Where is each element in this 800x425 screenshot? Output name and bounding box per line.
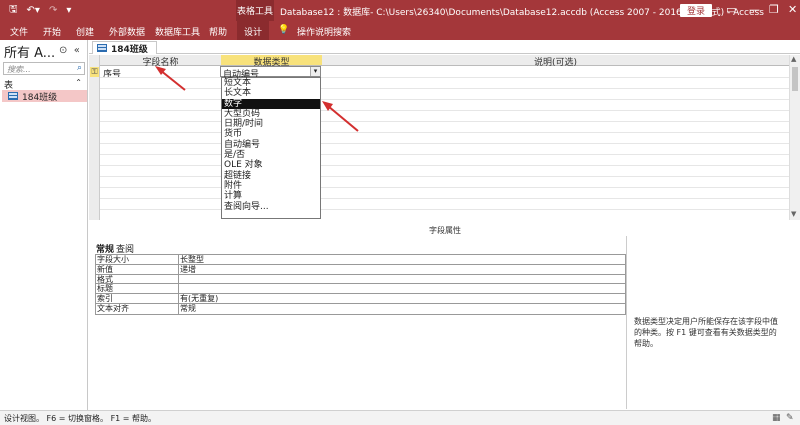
status-text: 设计视图。 F6 = 切换窗格。 F1 = 帮助。 xyxy=(4,414,157,423)
property-value[interactable] xyxy=(179,284,625,293)
property-row[interactable]: 新值 递增 xyxy=(96,264,625,275)
property-key: 文本对齐 xyxy=(96,303,179,314)
datasheet-view-icon[interactable]: ▦ xyxy=(772,413,781,423)
property-value[interactable]: 递增 xyxy=(179,265,625,274)
property-key: 标题 xyxy=(96,284,179,293)
property-value[interactable]: 常规 xyxy=(179,304,625,314)
design-view-icon[interactable]: ✎ xyxy=(786,413,794,423)
property-row[interactable]: 索引 有(无重复) xyxy=(96,294,625,304)
property-key: 格式 xyxy=(96,274,179,283)
property-value[interactable]: 长整型 xyxy=(179,255,625,264)
property-help-text: 数据类型决定用户所能保存在该字段中值的种类。按 F1 键可查看有关数据类型的帮助… xyxy=(634,317,778,348)
properties-table: 字段大小 长整型 新值 递增 格式 标题 索引 有(无重复) 文本对齐 常规 xyxy=(95,254,626,315)
status-bar: 设计视图。 F6 = 切换窗格。 F1 = 帮助。 ▦ ✎ xyxy=(0,410,800,425)
property-key: 字段大小 xyxy=(96,255,179,264)
arrow-to-field-name-header xyxy=(155,66,186,91)
field-properties-title: 字段属性 xyxy=(429,226,461,235)
property-key: 新值 xyxy=(96,264,179,274)
property-value[interactable]: 有(无重复) xyxy=(179,294,625,303)
property-key: 索引 xyxy=(96,294,179,303)
property-row[interactable]: 格式 xyxy=(96,274,625,285)
property-value[interactable] xyxy=(179,275,625,284)
property-row[interactable]: 字段大小 长整型 xyxy=(96,255,625,265)
property-row[interactable]: 文本对齐 常规 xyxy=(96,303,625,314)
arrow-to-number-option xyxy=(322,101,359,132)
property-row[interactable]: 标题 xyxy=(96,284,625,295)
